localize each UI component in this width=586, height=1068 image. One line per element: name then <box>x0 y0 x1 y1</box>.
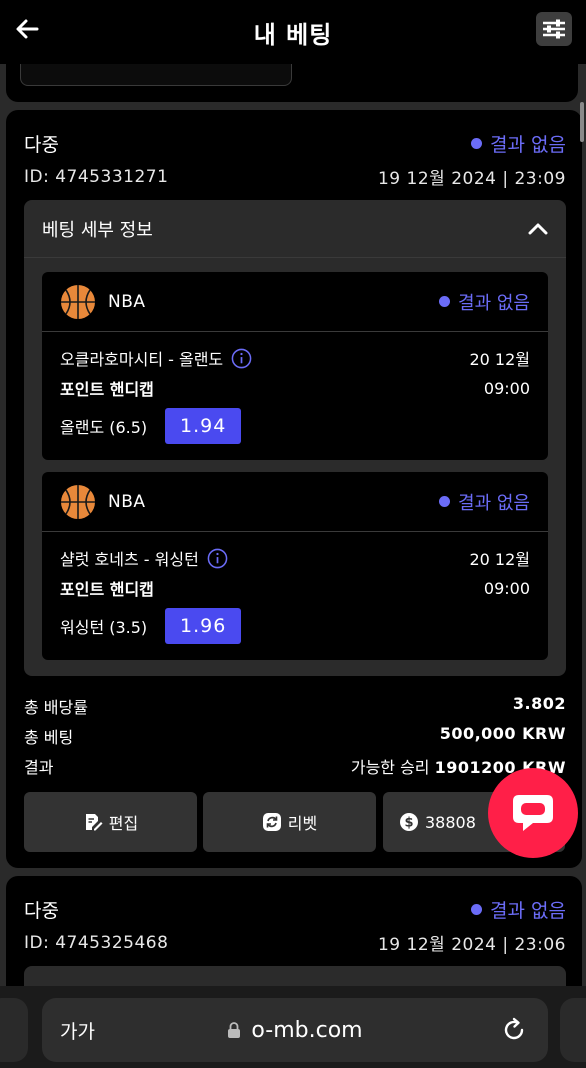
match: 오클라호마시티 - 올랜도 <box>60 346 252 370</box>
match-row: 오클라호마시티 - 올랜도 20 12월 <box>60 346 530 370</box>
reload-icon[interactable] <box>500 1016 528 1044</box>
total-odds-row: 총 배당률 3.802 <box>24 694 566 718</box>
status-badge: 결과 없음 <box>471 896 566 923</box>
address-bar[interactable]: 가가 o-mb.com <box>42 998 548 1062</box>
odds-button[interactable]: 1.94 <box>165 408 242 444</box>
market-name: 포인트 핸디캡 <box>60 580 154 599</box>
edit-label: 편집 <box>108 814 139 833</box>
edit-document-icon <box>85 814 103 831</box>
total-stake-label: 총 베팅 <box>24 728 74 747</box>
league-name: NBA <box>108 491 146 512</box>
total-odds-label: 총 배당률 <box>24 698 88 717</box>
leg-header: NBA 결과 없음 <box>42 472 548 532</box>
sliders-icon <box>543 19 565 39</box>
match-date: 20 12월 <box>469 550 530 569</box>
browser-toolbar: 가가 o-mb.com <box>0 986 586 1068</box>
status-dot-icon <box>471 138 483 149</box>
cashout-value: 38808 <box>425 812 476 832</box>
result-row: 결과 가능한 승리 1901200 KRW <box>24 754 566 778</box>
back-button[interactable] <box>12 14 42 44</box>
svg-text:$: $ <box>404 816 413 831</box>
info-icon[interactable] <box>231 348 252 369</box>
total-odds-value: 3.802 <box>512 694 566 713</box>
status-dot-icon <box>439 296 451 307</box>
basketball-icon <box>61 484 95 519</box>
match-name: 오클라호마시티 - 올랜도 <box>60 350 224 369</box>
bet-type: 다중 <box>24 134 59 156</box>
leg-header: NBA 결과 없음 <box>42 272 548 332</box>
bet-leg: NBA 결과 없음 오클라호마시티 - 올랜도 20 12월 포인트 핸디캡 0… <box>42 272 548 460</box>
bet-type: 다중 <box>24 900 59 922</box>
pick-row: 워싱턴 (3.5) 1.96 <box>60 608 242 644</box>
rebet-button[interactable]: 리벳 <box>203 792 376 852</box>
my-bets-page: 내 베팅 다중 결과 없음 ID: 4745331271 19 12월 2024… <box>0 0 586 1068</box>
filter-button[interactable] <box>536 12 572 46</box>
total-stake-value: 500,000 KRW <box>439 724 566 743</box>
bet-datetime: 19 12월 2024 | 23:06 <box>377 935 566 955</box>
leg-status-text: 결과 없음 <box>458 492 530 514</box>
total-stake-row: 총 베팅 500,000 KRW <box>24 724 566 748</box>
bet-leg: NBA 결과 없음 샬럿 호네츠 - 워싱턴 20 12월 포인트 핸디캡 09… <box>42 472 548 660</box>
top-bar: 내 베팅 <box>0 0 586 64</box>
scrollbar[interactable] <box>580 102 584 142</box>
url-text: o-mb.com <box>251 1017 363 1043</box>
bet-details-title: 베팅 세부 정보 <box>42 219 153 241</box>
status-dot-icon <box>471 904 483 915</box>
match: 샬럿 호네츠 - 워싱턴 <box>60 546 228 570</box>
market-row: 포인트 핸디캡 09:00 <box>60 576 530 600</box>
info-icon[interactable] <box>207 548 228 569</box>
arrow-left-icon <box>16 19 39 39</box>
leg-status-text: 결과 없음 <box>458 292 530 314</box>
bet-meta-row: ID: 4745325468 19 12월 2024 | 23:06 <box>24 930 566 956</box>
result-label: 결과 <box>24 758 54 777</box>
league: NBA <box>60 484 146 520</box>
bet-details-toggle[interactable]: 베팅 세부 정보 <box>24 200 566 258</box>
lock-icon <box>228 1022 241 1038</box>
bet-header-row: 다중 결과 없음 <box>24 130 566 157</box>
pick-name: 워싱턴 (3.5) <box>60 618 148 637</box>
status-dot-icon <box>439 496 451 507</box>
match-name: 샬럿 호네츠 - 워싱턴 <box>60 550 199 569</box>
next-tab[interactable] <box>560 998 586 1062</box>
league-name: NBA <box>108 291 146 312</box>
league: NBA <box>60 284 146 320</box>
refresh-icon <box>262 813 281 831</box>
match-time: 09:00 <box>483 578 530 598</box>
bet-datetime: 19 12월 2024 | 23:09 <box>377 169 566 189</box>
basketball-icon <box>61 284 95 319</box>
possible-win-label: 가능한 승리 <box>350 758 430 777</box>
edit-button[interactable]: 편집 <box>24 792 197 852</box>
bet-meta-row: ID: 4745331271 19 12월 2024 | 23:09 <box>24 164 566 190</box>
chat-bubble-icon <box>513 795 553 831</box>
rebet-label: 리벳 <box>287 814 318 833</box>
status-text: 결과 없음 <box>490 134 566 156</box>
leg-status-badge: 결과 없음 <box>439 289 530 315</box>
odds-button[interactable]: 1.96 <box>165 608 242 644</box>
pick-row: 올랜도 (6.5) 1.94 <box>60 408 242 444</box>
leg-status-badge: 결과 없음 <box>439 489 530 515</box>
bet-id: ID: 4745331271 <box>24 166 169 187</box>
chevron-up-icon <box>528 223 548 234</box>
page-title: 내 베팅 <box>253 20 333 49</box>
status-badge: 결과 없음 <box>471 130 566 157</box>
bet-header-row: 다중 결과 없음 <box>24 896 566 923</box>
match-date: 20 12월 <box>469 350 530 369</box>
url: o-mb.com <box>42 1018 548 1043</box>
bet-id: ID: 4745325468 <box>24 932 169 953</box>
bet-details-panel: 베팅 세부 정보 NBA 결과 없음 오클라호마시티 - 올랜도 20 12월 … <box>24 200 566 676</box>
match-row: 샬럿 호네츠 - 워싱턴 20 12월 <box>60 546 530 570</box>
match-time: 09:00 <box>483 378 530 398</box>
market-name: 포인트 핸디캡 <box>60 380 154 399</box>
pick-name: 올랜도 (6.5) <box>60 418 148 437</box>
market-row: 포인트 핸디캡 09:00 <box>60 376 530 400</box>
previous-tab[interactable] <box>0 998 28 1062</box>
status-text: 결과 없음 <box>490 900 566 922</box>
bet-card: 다중 결과 없음 ID: 4745331271 19 12월 2024 | 23… <box>6 110 582 868</box>
chat-button[interactable] <box>488 768 578 858</box>
dollar-coin-icon: $ <box>400 813 418 831</box>
